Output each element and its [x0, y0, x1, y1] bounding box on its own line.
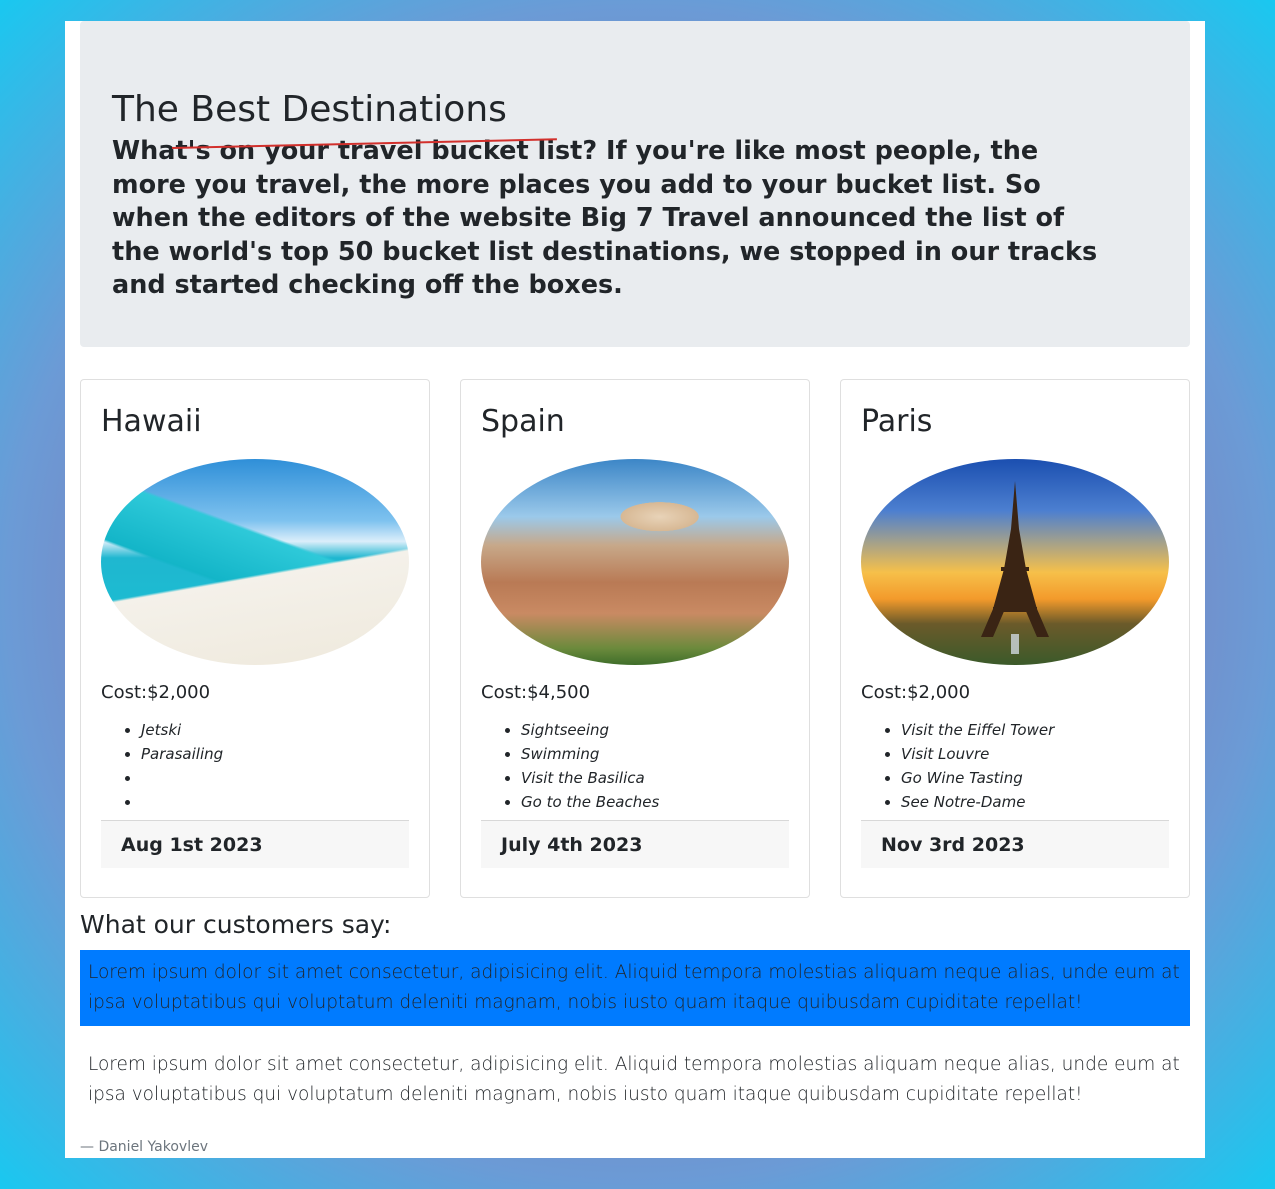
- card-title: Spain: [481, 404, 565, 439]
- destination-card-hawaii: Hawaii Cost:$2,000 Jetski Parasailing Au…: [80, 379, 430, 898]
- cost-label: Cost:$4,500: [481, 682, 591, 703]
- cost-label: Cost:$2,000: [101, 682, 211, 703]
- jumbotron: The Best Destinations What's on your tra…: [80, 21, 1190, 347]
- jumbotron-lead: What's on your travel bucket list? If yo…: [112, 135, 1158, 303]
- lead-text: What's on your travel bucket list? If yo…: [112, 136, 1098, 300]
- cost-label: Cost:$2,000: [861, 682, 971, 703]
- testimonial-quote: Lorem ipsum dolor sit amet consectetur, …: [80, 1042, 1190, 1118]
- eiffel-tower-sunset-photo: [861, 459, 1169, 665]
- list-item: Sightseeing: [521, 718, 789, 742]
- testimonial-quote-highlighted: Lorem ipsum dolor sit amet consectetur, …: [80, 950, 1190, 1026]
- activity-list: Sightseeing Swimming Visit the Basilica …: [481, 718, 789, 814]
- list-item: [141, 766, 409, 790]
- beach-resort-photo: [101, 459, 409, 665]
- activity-list: Visit the Eiffel Tower Visit Louvre Go W…: [861, 718, 1169, 814]
- list-item: Jetski: [141, 718, 409, 742]
- card-footer-date: July 4th 2023: [481, 820, 789, 868]
- list-item: Visit Louvre: [901, 742, 1169, 766]
- destination-card-paris: Paris Cost:$2,000 Visit the Eiffel Tower…: [840, 379, 1190, 898]
- page-title: The Best Destinations: [112, 89, 507, 130]
- list-item: Parasailing: [141, 742, 409, 766]
- quote-author: — Daniel Yakovlev: [80, 1139, 208, 1155]
- card-footer-date: Nov 3rd 2023: [861, 820, 1169, 868]
- page-container: The Best Destinations What's on your tra…: [65, 21, 1205, 1158]
- list-item: Visit the Basilica: [521, 766, 789, 790]
- list-item: [141, 790, 409, 814]
- activity-list: Jetski Parasailing: [101, 718, 409, 814]
- card-title: Hawaii: [101, 404, 202, 439]
- list-item: Go to the Beaches: [521, 790, 789, 814]
- card-title: Paris: [861, 404, 933, 439]
- eiffel-tower-icon: [981, 481, 1049, 654]
- list-item: Visit the Eiffel Tower: [901, 718, 1169, 742]
- list-item: Go Wine Tasting: [901, 766, 1169, 790]
- card-footer-date: Aug 1st 2023: [101, 820, 409, 868]
- testimonials-heading: What our customers say:: [80, 910, 392, 939]
- list-item: Swimming: [521, 742, 789, 766]
- hilltop-city-photo: [481, 459, 789, 665]
- destination-card-spain: Spain Cost:$4,500 Sightseeing Swimming V…: [460, 379, 810, 898]
- list-item: See Notre-Dame: [901, 790, 1169, 814]
